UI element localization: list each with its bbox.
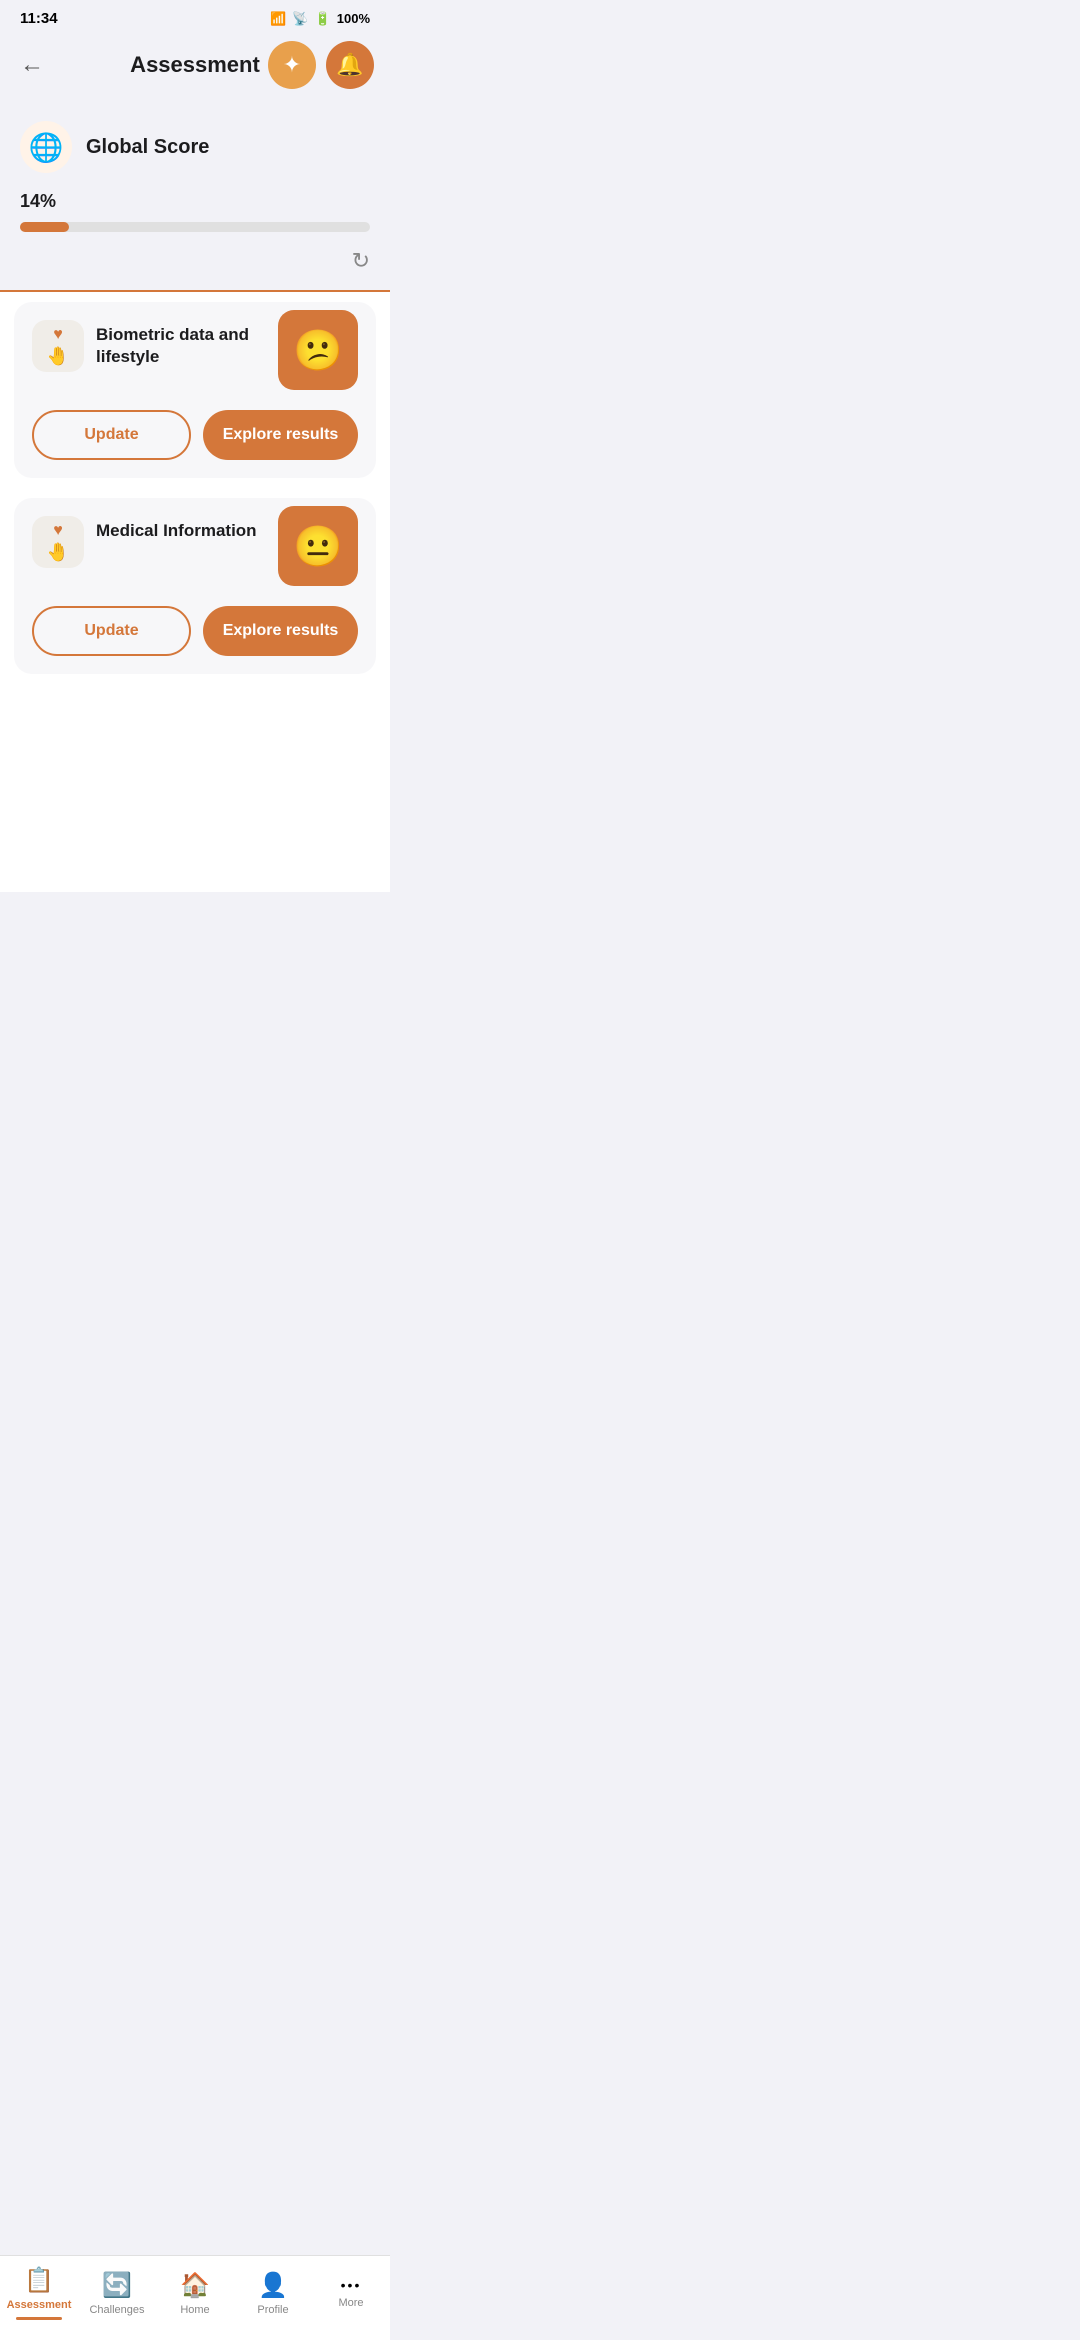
nav-assessment[interactable]: 📋 Assessment xyxy=(0,2266,78,2320)
card-top: ♥ 🤚 Biometric data and lifestyle 😕 xyxy=(32,320,358,390)
global-score-title: Global Score xyxy=(86,136,209,159)
app-header: ← Assessment ✦ 🔔 xyxy=(0,33,390,97)
biometric-actions: Update Explore results xyxy=(32,410,358,460)
bell-button[interactable]: 🔔 xyxy=(326,41,374,89)
cards-section: ♥ 🤚 Biometric data and lifestyle 😕 Updat… xyxy=(0,292,390,892)
medical-title: Medical Information xyxy=(96,516,257,542)
page-title: Assessment xyxy=(130,52,260,78)
nav-challenges[interactable]: 🔄 Challenges xyxy=(78,2271,156,2316)
bell-icon: 🔔 xyxy=(336,52,363,78)
nav-assessment-label: Assessment xyxy=(7,2299,72,2311)
wifi-icon: 📶 xyxy=(270,11,286,27)
nav-profile-label: Profile xyxy=(257,2304,288,2316)
nav-home-icon: 🏠 xyxy=(180,2271,210,2300)
nav-more[interactable]: ••• More xyxy=(312,2277,390,2309)
nav-profile-icon: 👤 xyxy=(258,2271,288,2300)
globe-icon: 🌐 xyxy=(20,121,72,173)
nav-more-icon: ••• xyxy=(341,2277,362,2293)
header-left: ← xyxy=(16,47,48,83)
medical-emoji-badge: 😐 xyxy=(278,506,358,586)
biometric-update-button[interactable]: Update xyxy=(32,410,191,460)
nav-assessment-icon: 📋 xyxy=(24,2266,54,2295)
battery-icon: 🔋 xyxy=(315,11,331,27)
nav-challenges-icon: 🔄 xyxy=(102,2271,132,2300)
medical-icon-wrap: ♥ 🤚 xyxy=(32,516,84,568)
battery-percent: 100% xyxy=(337,11,370,26)
nav-assessment-underline xyxy=(16,2317,63,2320)
back-button[interactable]: ← xyxy=(16,47,48,83)
bottom-nav: 📋 Assessment 🔄 Challenges 🏠 Home 👤 Profi… xyxy=(0,2255,390,2340)
nav-home[interactable]: 🏠 Home xyxy=(156,2271,234,2316)
star-button[interactable]: ✦ xyxy=(268,41,316,89)
card-left-medical: ♥ 🤚 Medical Information xyxy=(32,516,270,568)
medical-update-button[interactable]: Update xyxy=(32,606,191,656)
header-right: ✦ 🔔 xyxy=(268,41,374,89)
biometric-title: Biometric data and lifestyle xyxy=(96,320,270,368)
biometric-emoji-badge: 😕 xyxy=(278,310,358,390)
biometric-explore-button[interactable]: Explore results xyxy=(203,410,358,460)
progress-fill xyxy=(20,222,69,232)
history-icon-wrap: ↻ xyxy=(20,248,370,274)
nav-more-label: More xyxy=(338,2297,363,2309)
progress-bar xyxy=(20,222,370,232)
nav-profile[interactable]: 👤 Profile xyxy=(234,2271,312,2316)
medical-actions: Update Explore results xyxy=(32,606,358,656)
global-score-header: 🌐 Global Score xyxy=(20,121,370,173)
medical-icon: ♥ 🤚 xyxy=(47,522,69,563)
status-time: 11:34 xyxy=(20,10,58,27)
status-bar: 11:34 📶 📡 🔋 100% xyxy=(0,0,390,33)
card-left: ♥ 🤚 Biometric data and lifestyle xyxy=(32,320,270,372)
biometric-icon-wrap: ♥ 🤚 xyxy=(32,320,84,372)
medical-explore-button[interactable]: Explore results xyxy=(203,606,358,656)
star-icon: ✦ xyxy=(283,52,301,78)
status-icons: 📶 📡 🔋 100% xyxy=(270,11,370,27)
nav-challenges-label: Challenges xyxy=(89,2304,144,2316)
history-button[interactable]: ↻ xyxy=(352,248,370,274)
global-score-section: 🌐 Global Score 14% ↻ xyxy=(0,97,390,290)
medical-emoji: 😐 xyxy=(293,523,343,570)
biometric-card: ♥ 🤚 Biometric data and lifestyle 😕 Updat… xyxy=(14,302,376,478)
score-percent: 14% xyxy=(20,191,370,212)
medical-card: ♥ 🤚 Medical Information 😐 Update Explore… xyxy=(14,498,376,674)
biometric-icon: ♥ 🤚 xyxy=(47,326,69,367)
signal-icon: 📡 xyxy=(292,11,308,27)
biometric-emoji: 😕 xyxy=(293,327,343,374)
history-icon: ↻ xyxy=(352,248,370,273)
nav-home-label: Home xyxy=(180,2304,209,2316)
card-top-medical: ♥ 🤚 Medical Information 😐 xyxy=(32,516,358,586)
